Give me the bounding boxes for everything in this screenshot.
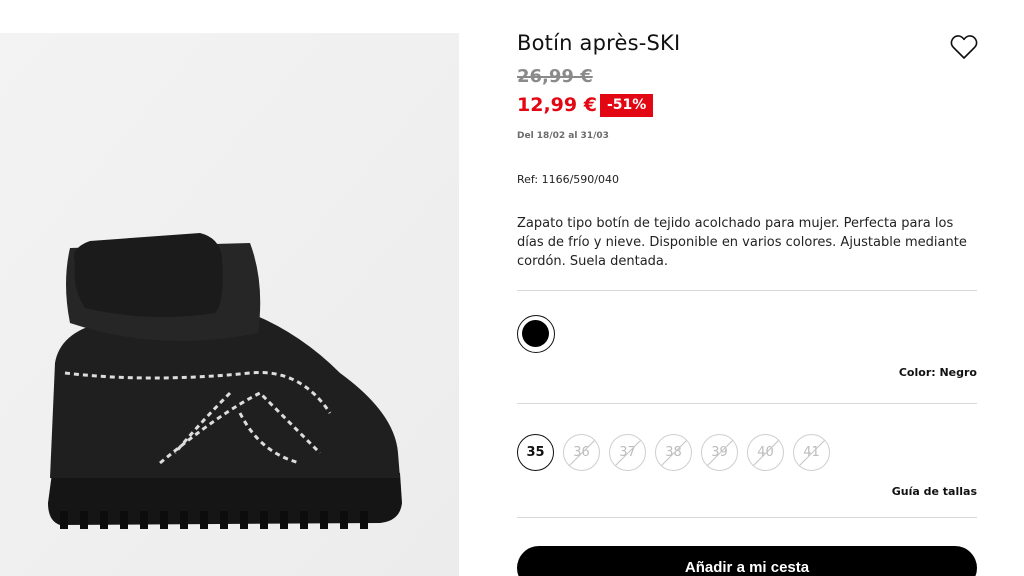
add-to-cart-button[interactable]: Añadir a mi cesta (517, 546, 977, 576)
divider (517, 403, 977, 404)
size-option-37[interactable]: 37 (609, 434, 646, 471)
size-option-38[interactable]: 38 (655, 434, 692, 471)
heart-icon[interactable] (950, 34, 978, 60)
size-option-36[interactable]: 36 (563, 434, 600, 471)
divider (517, 290, 977, 291)
promo-date-range: Del 18/02 al 31/03 (517, 131, 609, 141)
product-description: Zapato tipo botín de tejido acolchado pa… (517, 216, 967, 269)
size-option-40[interactable]: 40 (747, 434, 784, 471)
size-option-41[interactable]: 41 (793, 434, 830, 471)
sale-price: 12,99 € (517, 94, 597, 116)
product-title: Botín après-SKI (517, 31, 681, 55)
discount-badge: -51% (600, 94, 654, 117)
boot-illustration (0, 33, 459, 576)
color-swatch-black[interactable] (517, 315, 555, 353)
size-option-35[interactable]: 35 (517, 434, 554, 471)
color-swatch-fill (522, 320, 549, 347)
selected-color-label: Color: Negro (898, 366, 977, 379)
size-selector: 35 36 37 38 39 40 41 (517, 434, 830, 471)
divider (517, 517, 977, 518)
size-guide-link[interactable]: Guía de tallas (892, 485, 977, 498)
product-reference: Ref: 1166/590/040 (517, 173, 619, 186)
old-price: 26,99 € (517, 66, 593, 87)
size-option-39[interactable]: 39 (701, 434, 738, 471)
product-image (0, 33, 459, 576)
